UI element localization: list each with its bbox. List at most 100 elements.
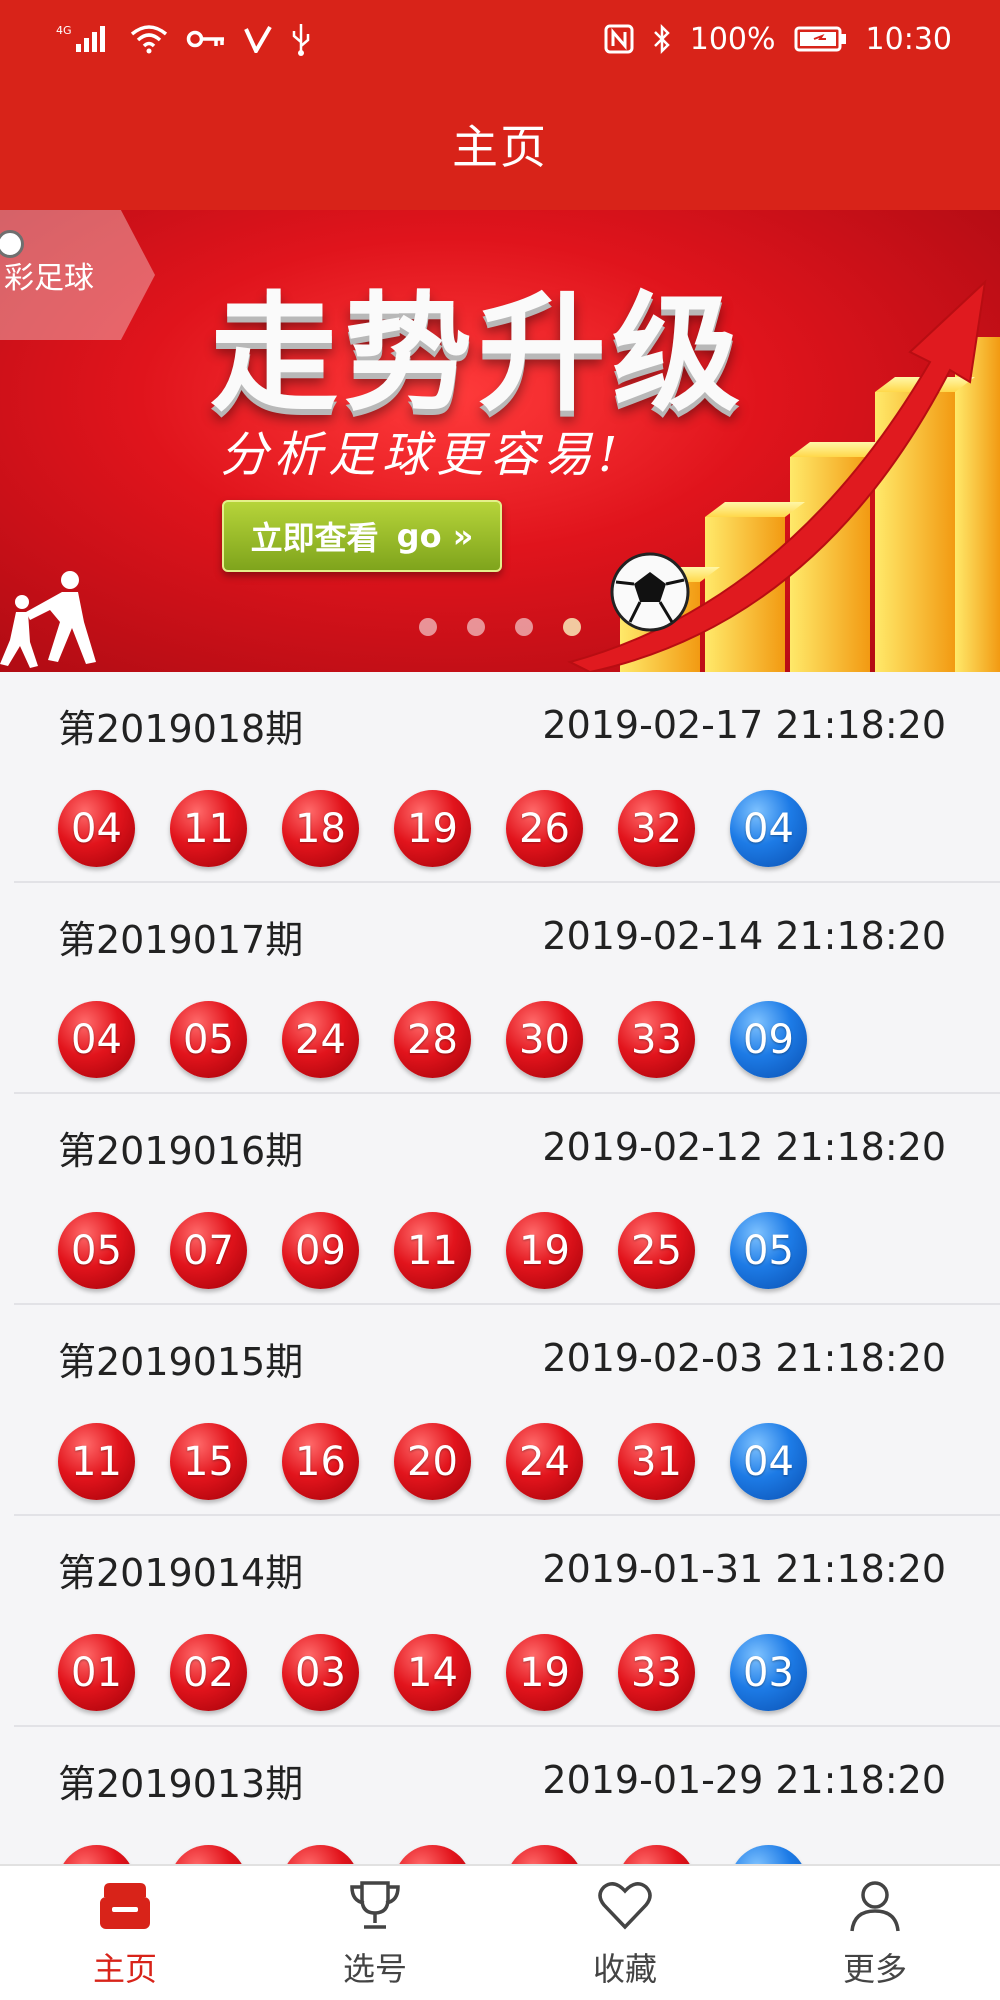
nav-label-more: 更多	[842, 1950, 907, 1988]
nav-item-home[interactable]: 主页	[25, 1876, 225, 1990]
red-ball: 09	[282, 1212, 359, 1289]
draw-balls: 05 07 14 16 18 21 01	[58, 1845, 946, 1864]
draw-row-header: 第2019013期 2019-01-29 21:18:20	[58, 1749, 946, 1811]
draw-issue-number: 第2019015期	[58, 1339, 304, 1384]
red-ball: 30	[506, 1001, 583, 1078]
red-ball: 11	[394, 1212, 471, 1289]
carousel-indicator[interactable]	[0, 618, 1000, 636]
nav-item-more[interactable]: 更多	[775, 1876, 975, 1990]
draw-balls: 01 02 03 14 19 33 03	[58, 1634, 946, 1711]
home-icon	[95, 1876, 155, 1936]
red-ball: 11	[58, 1423, 135, 1500]
battery-icon	[794, 25, 848, 53]
red-ball: 04	[58, 1001, 135, 1078]
signal-icon: 4G	[56, 22, 112, 56]
red-ball: 19	[506, 1634, 583, 1711]
status-left: 4G	[56, 22, 312, 56]
draw-datetime: 2019-01-31 21:18:20	[542, 1547, 946, 1591]
draw-row-header: 第2019016期 2019-02-12 21:18:20	[58, 1116, 946, 1178]
carousel-dot[interactable]	[515, 618, 533, 636]
app-header: 主页	[0, 78, 1000, 210]
red-ball: 33	[618, 1001, 695, 1078]
bluetooth-icon	[652, 23, 672, 55]
page-title: 主页	[452, 120, 548, 174]
carousel-dot[interactable]	[563, 618, 581, 636]
blue-ball: 03	[730, 1634, 807, 1711]
draw-balls: 04 11 18 19 26 32 04	[58, 790, 946, 867]
red-ball: 18	[282, 790, 359, 867]
status-bar: 4G 100% 10:30	[0, 0, 1000, 78]
screen: 4G 100% 10:30 主页 彩足球 走势升级 分析足球更容易! 立即查看 …	[0, 0, 1000, 2000]
red-ball: 25	[618, 1212, 695, 1289]
red-ball: 03	[282, 1634, 359, 1711]
draw-results-list: 第2019018期 2019-02-17 21:18:20 04 11 18 19 26 32…	[0, 672, 1000, 1864]
draw-balls: 11 15 16 20 24 31 04	[58, 1423, 946, 1500]
red-ball: 31	[618, 1423, 695, 1500]
draw-datetime: 2019-01-29 21:18:20	[542, 1758, 946, 1802]
red-ball: 05	[170, 1001, 247, 1078]
heart-icon	[595, 1876, 655, 1936]
red-ball: 07	[170, 1212, 247, 1289]
red-ball: 19	[394, 790, 471, 867]
draw-balls: 04 05 24 28 30 33 09	[58, 1001, 946, 1078]
status-right: 100% 10:30	[604, 22, 952, 57]
red-ball: 16	[282, 1423, 359, 1500]
player-silhouette-icon	[0, 571, 96, 668]
draw-row[interactable]: 第2019018期 2019-02-17 21:18:20 04 11 18 19 26 32…	[14, 672, 1000, 883]
carousel-dot[interactable]	[419, 618, 437, 636]
blue-ball: 01	[730, 1845, 807, 1864]
wifi-icon	[130, 24, 168, 54]
draw-datetime: 2019-02-03 21:18:20	[542, 1336, 946, 1380]
network-type-label: 4G	[56, 24, 72, 37]
user-icon	[845, 1876, 905, 1936]
clock: 10:30	[865, 21, 952, 57]
nav-item-favorites[interactable]: 收藏	[525, 1876, 725, 1990]
red-ball: 32	[618, 790, 695, 867]
carousel-dot[interactable]	[467, 618, 485, 636]
draw-issue-number: 第2019018期	[58, 706, 304, 751]
draw-issue-number: 第2019014期	[58, 1550, 304, 1595]
banner-tag: 彩足球	[0, 210, 155, 340]
draw-row[interactable]: 第2019015期 2019-02-03 21:18:20 11 15 16 20 24 31…	[14, 1305, 1000, 1516]
draw-row[interactable]: 第2019013期 2019-01-29 21:18:20 05 07 14 16 18 21…	[14, 1727, 1000, 1864]
red-ball: 05	[58, 1845, 135, 1864]
v-app-icon	[244, 25, 272, 53]
trophy-icon	[345, 1876, 405, 1936]
red-ball: 14	[282, 1845, 359, 1864]
nav-item-pick-numbers[interactable]: 选号	[275, 1876, 475, 1990]
banner-headline: 走势升级	[210, 280, 747, 429]
blue-ball: 04	[730, 1423, 807, 1500]
draw-row[interactable]: 第2019016期 2019-02-12 21:18:20 05 07 09 11 19 25…	[14, 1094, 1000, 1305]
draw-row-header: 第2019017期 2019-02-14 21:18:20	[58, 905, 946, 967]
view-now-label: 立即查看	[250, 519, 379, 557]
vpn-key-icon	[186, 27, 226, 51]
draw-row[interactable]: 第2019017期 2019-02-14 21:18:20 04 05 24 28 30 33…	[14, 883, 1000, 1094]
red-ball: 05	[58, 1212, 135, 1289]
red-ball: 04	[58, 790, 135, 867]
promo-banner[interactable]: 彩足球 走势升级 分析足球更容易! 立即查看 go »	[0, 210, 1000, 672]
red-ball: 24	[282, 1001, 359, 1078]
draw-datetime: 2019-02-14 21:18:20	[542, 914, 946, 958]
nav-label-favorites: 收藏	[592, 1950, 657, 1988]
draw-row[interactable]: 第2019014期 2019-01-31 21:18:20 01 02 03 14 19 33…	[14, 1516, 1000, 1727]
draw-datetime: 2019-02-12 21:18:20	[542, 1125, 946, 1169]
red-ball: 07	[170, 1845, 247, 1864]
battery-percent: 100%	[689, 21, 776, 57]
draw-datetime: 2019-02-17 21:18:20	[542, 703, 946, 747]
draw-issue-number: 第2019016期	[58, 1128, 304, 1173]
draw-balls: 05 07 09 11 19 25 05	[58, 1212, 946, 1289]
red-ball: 19	[506, 1212, 583, 1289]
red-ball: 28	[394, 1001, 471, 1078]
red-ball: 14	[394, 1634, 471, 1711]
draw-row-header: 第2019018期 2019-02-17 21:18:20	[58, 694, 946, 756]
banner-subtitle: 分析足球更容易!	[220, 427, 624, 483]
red-ball: 20	[394, 1423, 471, 1500]
view-now-button[interactable]: 立即查看 go »	[222, 500, 502, 572]
draw-row-header: 第2019015期 2019-02-03 21:18:20	[58, 1327, 946, 1389]
blue-ball: 05	[730, 1212, 807, 1289]
draw-row-header: 第2019014期 2019-01-31 21:18:20	[58, 1538, 946, 1600]
nav-label-home: 主页	[92, 1950, 157, 1988]
nfc-icon	[604, 24, 634, 54]
red-ball: 15	[170, 1423, 247, 1500]
red-ball: 26	[506, 790, 583, 867]
